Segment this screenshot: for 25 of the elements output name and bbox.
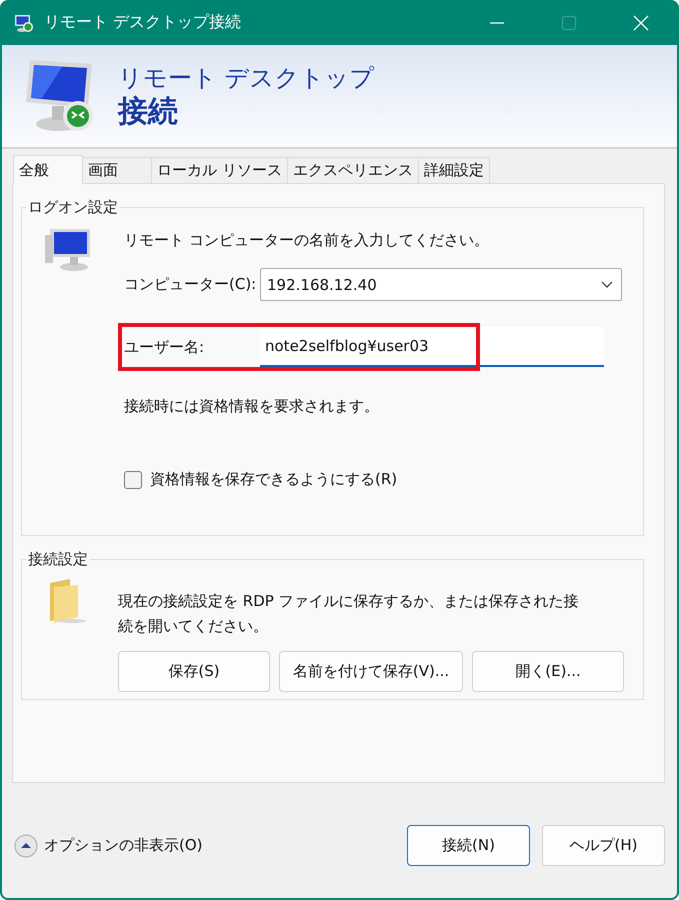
dialog-button[interactable]: ヘルプ(H) <box>542 825 665 866</box>
description-text: 現在の接続設定を RDP ファイルに保存するか、または保存された接続を開いてください。 <box>118 591 580 637</box>
group-legend: 接続設定 <box>26 550 90 569</box>
action-button[interactable]: 保存(S) <box>118 651 270 692</box>
checkbox-label[interactable]: 資格情報を保存できるようにする(R) <box>150 470 398 489</box>
group-legend: ログオン設定 <box>26 198 120 217</box>
product-title: リモート デスクトップ <box>118 63 375 94</box>
checkbox[interactable] <box>124 470 142 488</box>
info-text: 接続時には資格情報を要求されます。 <box>124 397 380 416</box>
computer-combobox[interactable]: 192.168.12.40 <box>260 268 622 301</box>
window-title: リモート デスクトップ接続 <box>44 12 242 33</box>
options-toggle[interactable]: オプションの非表示(O) <box>14 834 203 858</box>
action-button[interactable]: 名前を付けて保存(V)... <box>279 651 463 692</box>
action-button[interactable]: 開く(E)... <box>472 651 624 692</box>
username-field[interactable]: note2selfblog¥user03 <box>260 327 604 367</box>
tab[interactable]: 全般 <box>13 155 83 184</box>
monitor-icon <box>14 12 34 32</box>
close-icon[interactable] <box>633 14 649 30</box>
prompt-text: リモート コンピューターの名前を入力してください。 <box>124 231 490 250</box>
field-label: コンピューター(C): <box>124 275 258 294</box>
field-label: ユーザー名: <box>124 338 206 356</box>
dialog-button[interactable]: 接続(N) <box>407 825 530 866</box>
chevron-down-icon <box>601 280 613 288</box>
product-subtitle: 接続 <box>118 94 179 130</box>
tab[interactable]: 詳細設定 <box>418 157 490 183</box>
